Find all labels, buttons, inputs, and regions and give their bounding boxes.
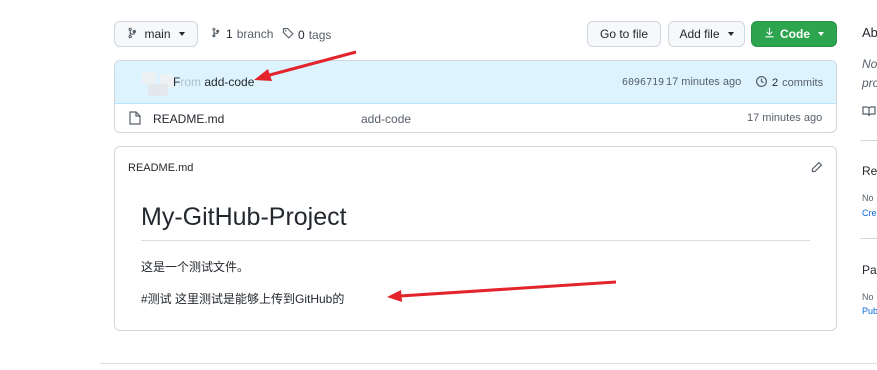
- file-commit-time: 17 minutes ago: [747, 112, 823, 124]
- branches-count: 1: [226, 27, 233, 41]
- file-icon: [129, 111, 141, 128]
- readme-panel: README.md My-GitHub-Project 这是一个测试文件。 #测…: [114, 146, 837, 331]
- title-divider: [141, 240, 810, 241]
- about-description: No: [862, 57, 877, 71]
- repo-file-box: From add-code 6096719 17 minutes ago 2 c…: [114, 60, 837, 133]
- history-icon: [755, 75, 768, 91]
- table-row: README.md add-code 17 minutes ago: [115, 103, 836, 132]
- about-description: pro: [862, 76, 877, 90]
- releases-heading[interactable]: Re: [862, 164, 877, 178]
- packages-text: No: [862, 292, 874, 302]
- latest-commit-bar: From add-code 6096719 17 minutes ago 2 c…: [115, 61, 836, 104]
- page-divider: [100, 363, 877, 364]
- pencil-icon[interactable]: [810, 161, 823, 179]
- chevron-down-icon: [818, 32, 824, 36]
- packages-heading[interactable]: Pa: [862, 263, 877, 277]
- commits-history-link[interactable]: 2 commits: [755, 75, 823, 91]
- readme-title: My-GitHub-Project: [141, 203, 347, 231]
- commits-label: commits: [782, 77, 824, 89]
- sidebar-divider: [860, 238, 877, 239]
- file-commit-message[interactable]: add-code: [361, 112, 411, 126]
- releases-link[interactable]: Cre: [862, 208, 877, 218]
- about-heading: Ab: [862, 25, 877, 40]
- add-file-label: Add file: [679, 27, 720, 41]
- branches-label: branch: [236, 27, 274, 41]
- branch-name: main: [144, 27, 171, 41]
- git-branch-icon: [211, 27, 222, 41]
- readme-paragraph: 这是一个测试文件。: [141, 260, 250, 274]
- chevron-down-icon: [727, 32, 734, 36]
- git-branch-icon: [127, 27, 139, 42]
- add-file-button[interactable]: Add file: [668, 21, 745, 47]
- file-name-link[interactable]: README.md: [153, 112, 224, 126]
- go-to-file-label: Go to file: [599, 27, 649, 41]
- code-button[interactable]: Code: [751, 21, 837, 47]
- tags-link[interactable]: 0 tags: [282, 27, 331, 42]
- avatar[interactable]: [138, 68, 178, 98]
- download-icon: [764, 27, 775, 41]
- tags-count: 0: [298, 27, 305, 42]
- branches-link[interactable]: 1 branch: [211, 27, 273, 41]
- releases-text: No: [862, 193, 874, 203]
- tag-icon: [282, 27, 294, 42]
- tags-label: tags: [308, 27, 332, 42]
- sidebar-divider: [860, 140, 877, 141]
- packages-link[interactable]: Pub: [862, 306, 877, 316]
- go-to-file-button[interactable]: Go to file: [587, 21, 661, 47]
- commit-message-link[interactable]: add-code: [204, 75, 254, 89]
- chevron-down-icon: [178, 32, 185, 36]
- branch-select-button[interactable]: main: [114, 21, 198, 47]
- commits-count: 2: [772, 77, 779, 89]
- readme-header: README.md: [128, 162, 194, 174]
- book-icon: [862, 104, 876, 122]
- commit-time: 17 minutes ago: [666, 76, 742, 88]
- commit-sha[interactable]: 6096719: [622, 77, 664, 88]
- readme-paragraph: #测试 这里测试是能够上传到GitHub的: [141, 292, 345, 306]
- code-label: Code: [780, 27, 810, 41]
